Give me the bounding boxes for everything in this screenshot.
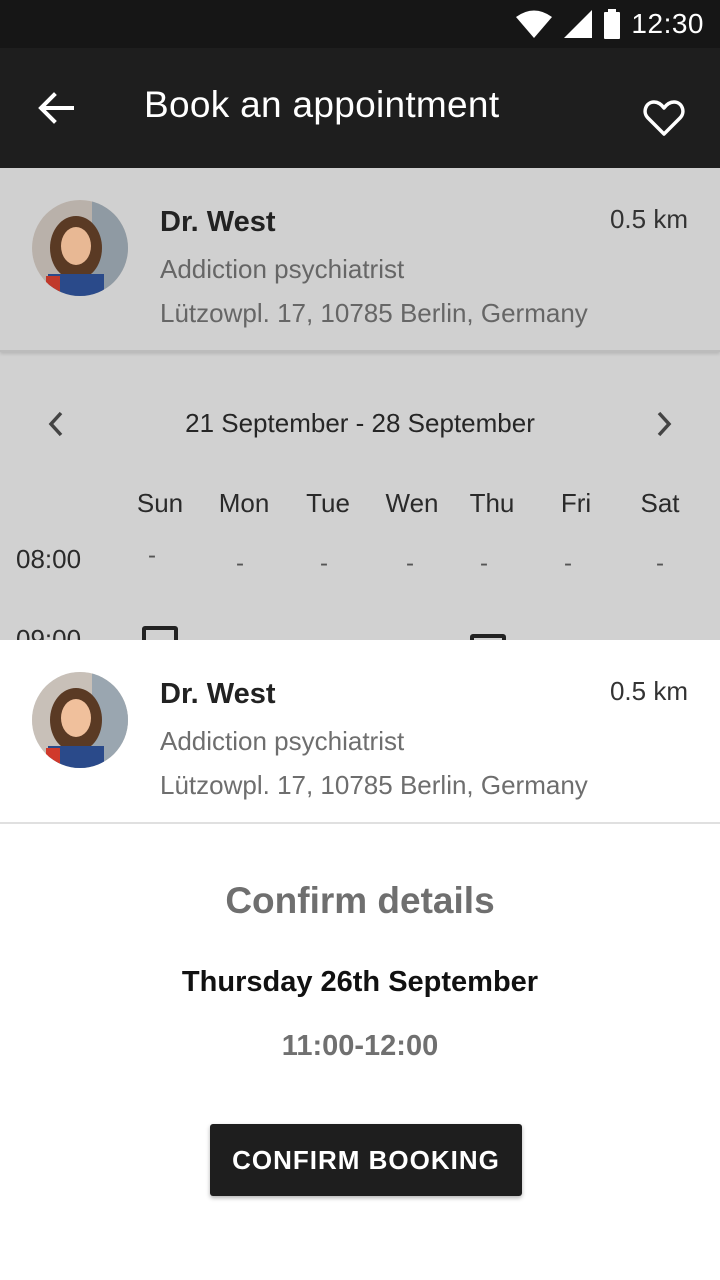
wifi-icon xyxy=(516,10,553,38)
status-icons: 12:30 xyxy=(515,8,704,40)
day-header-thu: Thu xyxy=(469,488,515,518)
day-header-sun: Sun xyxy=(136,488,184,518)
doctor-specialty: Addiction psychiatrist xyxy=(160,254,405,284)
appointment-date: Thursday 26th September xyxy=(181,966,539,998)
heart-outline-icon xyxy=(643,100,685,136)
doctor-name: Dr. West xyxy=(160,206,276,238)
slot-tue-0800[interactable]: - xyxy=(282,550,366,578)
doctor-address: Lützowpl. 17, 10785 Berlin, Germany xyxy=(160,770,588,800)
battery-icon xyxy=(604,9,621,39)
slot-sun-0800[interactable]: - xyxy=(110,542,194,570)
confirm-booking-button[interactable]: CONFIRM BOOKING xyxy=(210,1124,522,1196)
arrow-left-icon xyxy=(38,92,74,124)
page-title: Book an appointment xyxy=(144,84,500,125)
day-header-wen: Wen xyxy=(385,488,439,518)
back-button[interactable] xyxy=(32,84,80,132)
time-label-0900: 09:00 xyxy=(16,624,82,640)
appointment-time: 11:00-12:00 xyxy=(281,1030,439,1062)
app-bar: Book an appointment xyxy=(0,48,720,168)
week-range: 21 September - 28 September xyxy=(185,408,535,438)
background-content: Dr. West 0.5 km Addiction psychiatrist L… xyxy=(0,168,720,640)
day-header-sat: Sat xyxy=(640,488,680,518)
status-bar: 12:30 xyxy=(0,0,720,48)
slot-mon-0800[interactable]: - xyxy=(198,550,282,578)
avatar xyxy=(32,672,128,768)
doctor-specialty: Addiction psychiatrist xyxy=(160,726,405,756)
slot-wen-0800[interactable]: - xyxy=(368,550,452,578)
confirm-sheet: Dr. West 0.5 km Addiction psychiatrist L… xyxy=(0,640,720,1280)
status-time: 12:30 xyxy=(631,8,704,39)
avatar xyxy=(32,200,128,296)
slot-fri-0800[interactable]: - xyxy=(526,550,610,578)
day-header-tue: Tue xyxy=(306,488,350,518)
doctor-card[interactable]: Dr. West 0.5 km Addiction psychiatrist L… xyxy=(0,168,720,352)
favorite-button[interactable] xyxy=(638,92,690,144)
confirm-title: Confirm details xyxy=(225,880,495,921)
day-header-fri: Fri xyxy=(560,488,592,518)
chevron-right-icon xyxy=(657,411,672,437)
week-navigator: 21 September - 28 September xyxy=(0,400,720,448)
slot-sun-0900[interactable] xyxy=(142,626,178,640)
signal-icon xyxy=(564,10,593,38)
day-header-mon: Mon xyxy=(218,488,270,518)
doctor-distance: 0.5 km xyxy=(609,676,688,706)
doctor-distance: 0.5 km xyxy=(609,204,688,234)
slot-thu-0800[interactable]: - xyxy=(442,550,526,578)
slot-sat-0800[interactable]: - xyxy=(618,550,702,578)
doctor-address: Lützowpl. 17, 10785 Berlin, Germany xyxy=(160,298,588,328)
time-label-0800: 08:00 xyxy=(16,544,82,574)
next-week-button[interactable] xyxy=(648,408,680,440)
doctor-name: Dr. West xyxy=(160,678,276,710)
doctor-summary-card: Dr. West 0.5 km Addiction psychiatrist L… xyxy=(0,640,720,824)
